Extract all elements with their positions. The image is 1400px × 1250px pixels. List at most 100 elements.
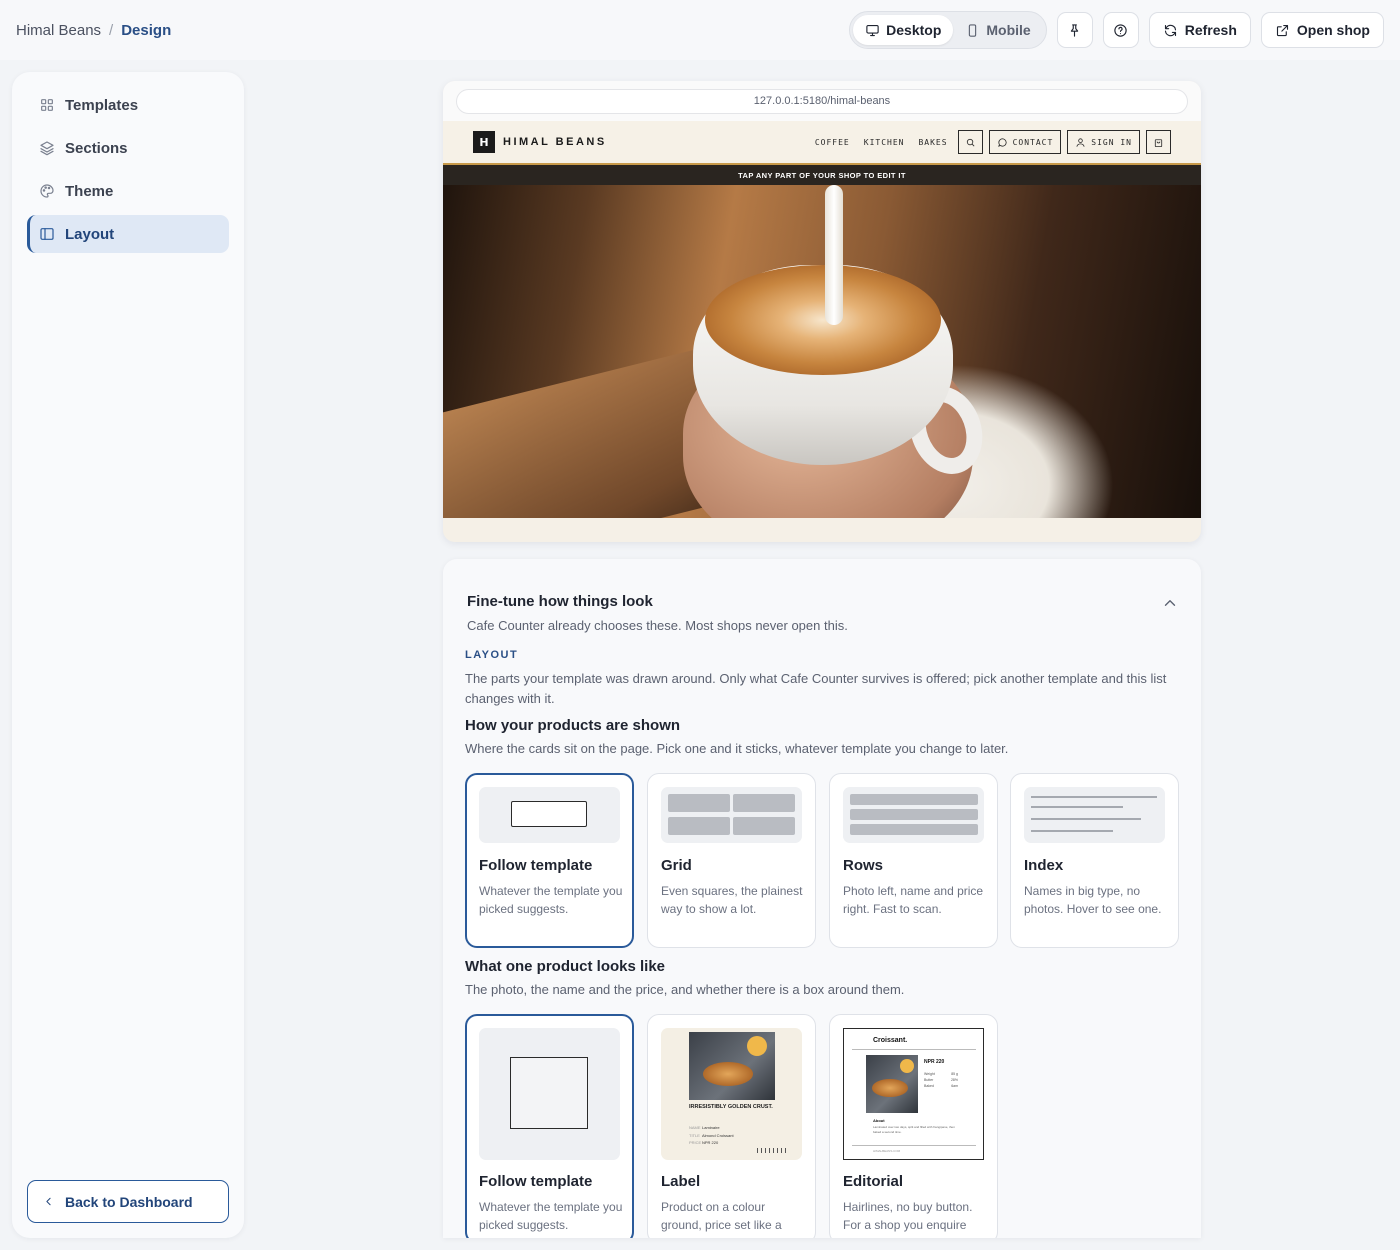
label-thumb: IRRESISTIBLY GOLDEN CRUST. NAMELaminaire… <box>661 1028 802 1160</box>
option-name: Follow template <box>479 857 593 874</box>
option-desc: Whatever the template you picked suggest… <box>479 1200 623 1232</box>
option-name: Grid <box>661 857 692 874</box>
option-desc: Whatever the template you picked suggest… <box>479 884 623 916</box>
back-to-dashboard-button[interactable]: Back to Dashboard <box>27 1180 229 1223</box>
address-bar-area: 127.0.0.1:5180/himal-beans <box>443 81 1201 121</box>
option-follow-template-card[interactable]: Follow template Whatever the template yo… <box>465 1014 634 1238</box>
palette-icon <box>40 184 54 198</box>
editorial-price: NPR 220 <box>924 1059 945 1065</box>
option-label[interactable]: IRRESISTIBLY GOLDEN CRUST. NAMELaminaire… <box>647 1014 816 1238</box>
shop-sign-in-button[interactable]: SIGN IN <box>1067 130 1140 154</box>
breadcrumb-current: Design <box>121 21 172 39</box>
open-shop-label: Open shop <box>1296 22 1370 38</box>
bag-icon <box>1154 138 1163 147</box>
shop-logo-mark[interactable]: H <box>473 131 495 153</box>
shop-cart-button[interactable] <box>1146 130 1171 154</box>
desktop-view-button[interactable]: Desktop <box>853 15 954 45</box>
breadcrumb: Himal Beans / Design <box>16 22 171 39</box>
editorial-about-text: Laminated over two days, split and fille… <box>873 1125 955 1134</box>
hero-image[interactable] <box>443 185 1201 518</box>
hero-latte-art <box>705 265 941 375</box>
option-desc: Product on a colour ground, price set li… <box>661 1200 782 1232</box>
shop-search-button[interactable] <box>957 130 983 154</box>
sidebar-item-layout[interactable]: Layout <box>27 215 229 253</box>
follow-template-card-thumb <box>479 1028 620 1160</box>
option-desc: Hairlines, no buy button. For a shop you… <box>843 1200 973 1232</box>
option-index[interactable]: Index Names in big type, no photos. Hove… <box>1010 773 1179 948</box>
sidebar: Templates Sections Theme Layout Back to … <box>12 72 244 1238</box>
pin-icon <box>1071 23 1079 37</box>
collapse-button[interactable] <box>1161 594 1179 617</box>
view-toggle: Desktop Mobile <box>849 11 1047 49</box>
rows-thumb <box>843 787 984 843</box>
refresh-label: Refresh <box>1184 22 1237 38</box>
option-rows[interactable]: Rows Photo left, name and price right. F… <box>829 773 998 948</box>
contact-label: CONTACT <box>1012 137 1054 147</box>
refresh-icon <box>1164 24 1176 36</box>
breadcrumb-separator: / <box>109 21 114 39</box>
layout-icon <box>40 228 54 240</box>
editorial-title: Croissant. <box>873 1037 908 1044</box>
label-headline: IRRESISTIBLY GOLDEN CRUST. <box>689 1104 773 1110</box>
panel-subtitle: Cafe Counter already chooses these. Most… <box>467 618 848 633</box>
shop-logo-name[interactable]: HIMAL BEANS <box>503 136 607 148</box>
sign-in-label: SIGN IN <box>1091 137 1132 147</box>
help-button[interactable] <box>1102 12 1139 48</box>
refresh-button[interactable]: Refresh <box>1148 12 1251 48</box>
option-editorial[interactable]: Croissant. NPR 220 Weight 85 g Butter 28% … <box>829 1014 998 1238</box>
option-name: Editorial <box>843 1173 904 1190</box>
address-bar: 127.0.0.1:5180/himal-beans <box>456 88 1188 114</box>
option-grid[interactable]: Grid Even squares, the plainest way to s… <box>647 773 816 948</box>
help-icon <box>1114 23 1127 37</box>
sidebar-nav: Templates Sections Theme Layout <box>27 86 229 258</box>
editorial-specs: Weight 85 g Butter 28% Baked 6am <box>924 1072 958 1088</box>
sidebar-item-templates[interactable]: Templates <box>27 86 229 124</box>
layout-description: The parts your template was drawn around… <box>465 671 1167 706</box>
sidebar-item-theme[interactable]: Theme <box>27 172 229 210</box>
phone-icon <box>969 23 977 37</box>
breadcrumb-shop[interactable]: Himal Beans <box>16 22 101 39</box>
products-shown-title: How your products are shown <box>465 717 681 734</box>
shop-contact-button[interactable]: CONTACT <box>988 130 1062 154</box>
editorial-photo <box>866 1055 918 1113</box>
follow-template-thumb <box>479 787 620 843</box>
shop-preview: 127.0.0.1:5180/himal-beans H HIMAL BEANS… <box>443 81 1201 542</box>
monitor-icon <box>866 24 879 36</box>
option-follow-template-layout[interactable]: Follow template Whatever the template yo… <box>465 773 634 948</box>
layers-icon <box>40 141 54 156</box>
mobile-view-button[interactable]: Mobile <box>953 15 1042 45</box>
shop-nav-coffee[interactable]: COFFEE <box>811 138 854 147</box>
open-shop-button[interactable]: Open shop <box>1260 12 1384 48</box>
layout-kicker: LAYOUT <box>465 649 519 661</box>
option-name: Rows <box>843 857 884 874</box>
editorial-footer: HIMALBEANS.COM <box>873 1149 901 1153</box>
option-desc: Even squares, the plainest way to show a… <box>661 884 803 916</box>
panel-title: Fine-tune how things look <box>467 593 653 610</box>
product-look-subtitle: The photo, the name and the price, and w… <box>465 982 905 997</box>
pin-button[interactable] <box>1056 12 1093 48</box>
sidebar-item-label: Theme <box>65 182 114 200</box>
shop-header[interactable]: H HIMAL BEANS COFFEE KITCHEN BAKES CONTA… <box>443 121 1201 165</box>
sidebar-item-sections[interactable]: Sections <box>27 129 229 167</box>
sidebar-item-label: Sections <box>65 139 128 157</box>
editorial-thumb: Croissant. NPR 220 Weight 85 g Butter 28% … <box>843 1028 984 1160</box>
option-name: Index <box>1024 857 1064 874</box>
edit-hint-banner: TAP ANY PART OF YOUR SHOP TO EDIT IT <box>443 165 1201 185</box>
fine-tune-panel: Fine-tune how things look Cafe Counter a… <box>443 559 1201 1238</box>
shop-nav-bakes[interactable]: BAKES <box>914 138 951 147</box>
desktop-label: Desktop <box>886 22 942 38</box>
shop-nav-links: COFFEE KITCHEN BAKES CONTACT SIGN IN <box>811 130 1171 154</box>
grid-thumb <box>661 787 802 843</box>
chevron-left-icon <box>46 1197 51 1206</box>
shop-nav-kitchen[interactable]: KITCHEN <box>860 138 909 147</box>
option-name: Label <box>661 1173 701 1190</box>
sidebar-item-label: Layout <box>65 225 115 243</box>
chevron-up-icon <box>1164 600 1176 606</box>
mobile-label: Mobile <box>986 22 1031 38</box>
external-link-icon <box>1276 24 1288 36</box>
option-name: Follow template <box>479 1173 593 1190</box>
sidebar-item-label: Templates <box>65 96 139 114</box>
search-icon <box>966 138 975 146</box>
chat-icon <box>997 137 1007 147</box>
croissant-photo <box>689 1032 775 1100</box>
